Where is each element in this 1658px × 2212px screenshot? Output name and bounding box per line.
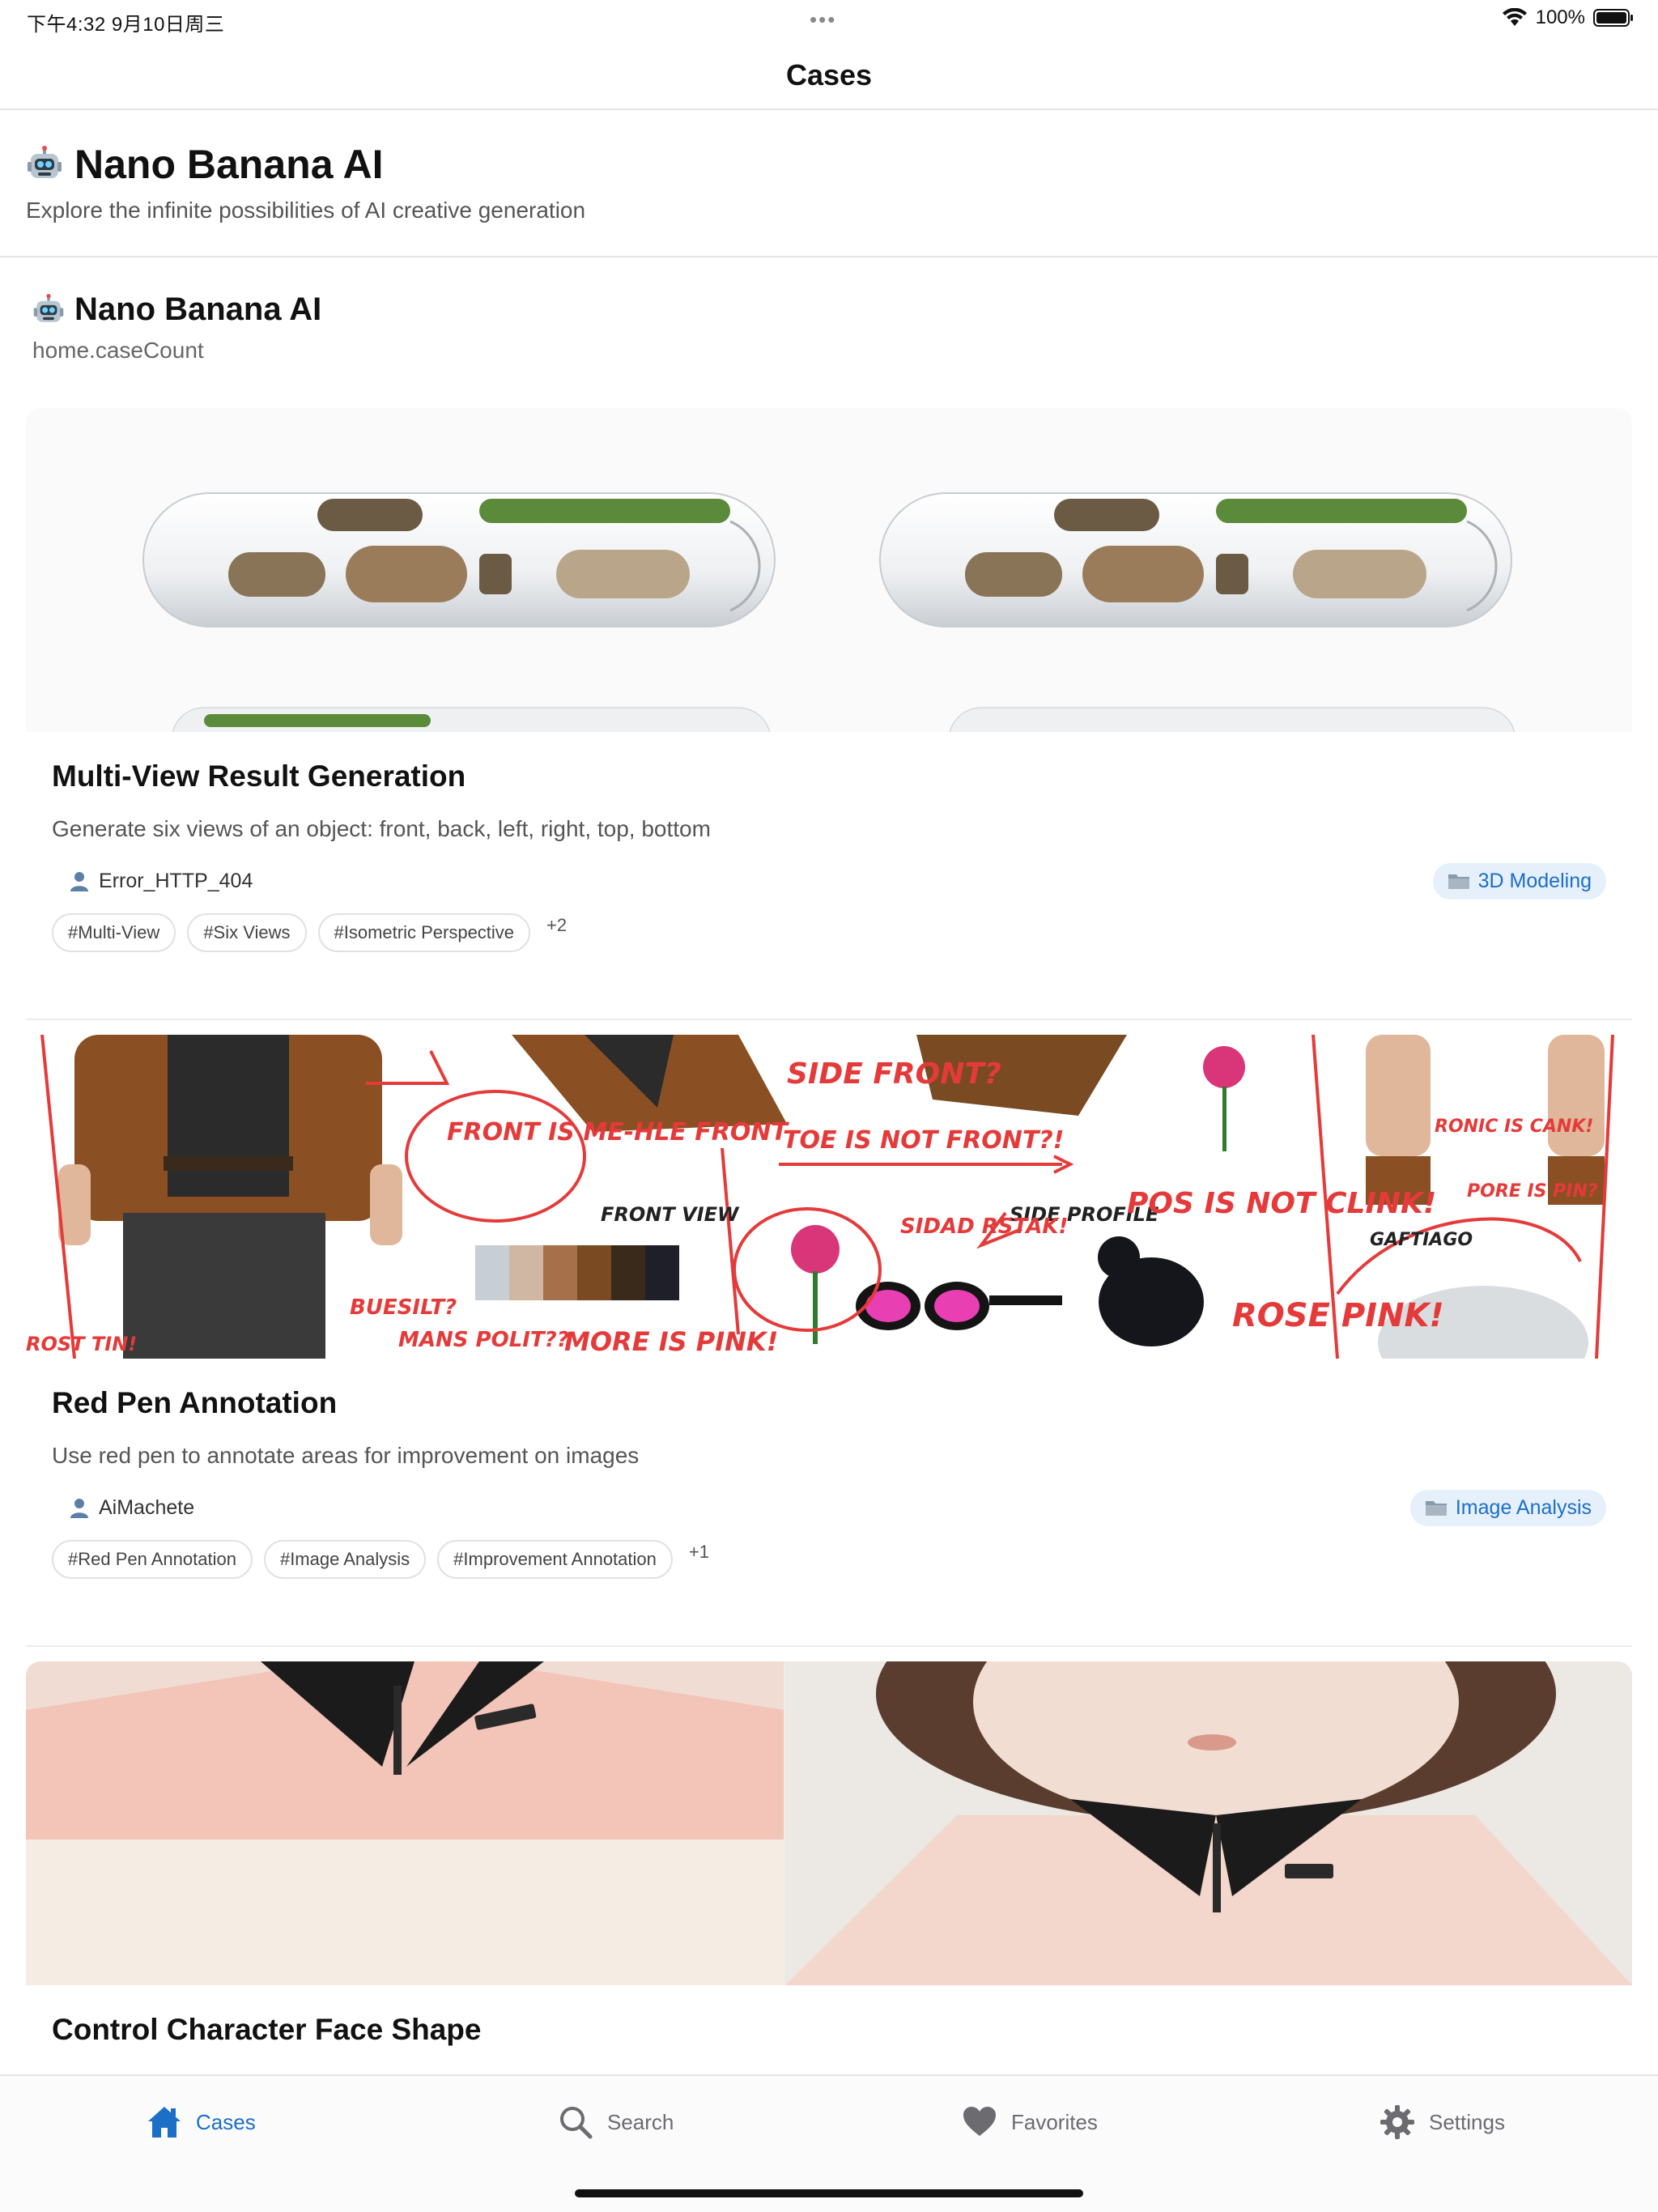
tab-label: Settings bbox=[1429, 2109, 1505, 2134]
author: AiMachete bbox=[52, 1496, 194, 1520]
case-image bbox=[26, 408, 1632, 732]
tag[interactable]: #Six Views bbox=[187, 913, 307, 952]
status-time: 下午4:32 9月10日周三 bbox=[27, 14, 225, 36]
case-title: Red Pen Annotation bbox=[52, 1386, 338, 1419]
house-icon bbox=[148, 2107, 181, 2138]
author: Error_HTTP_404 bbox=[52, 870, 253, 893]
tab-label: Cases bbox=[196, 2109, 256, 2134]
category-label: 3D Modeling bbox=[1477, 869, 1592, 892]
navigation-bar: Cases bbox=[0, 39, 1658, 110]
author-name: AiMachete bbox=[99, 1495, 195, 1519]
category-label: Image Analysis bbox=[1455, 1495, 1592, 1519]
wifi-icon bbox=[1502, 8, 1527, 26]
tag[interactable]: #Improvement Annotation bbox=[437, 1540, 673, 1579]
case-card[interactable]: Multi-View Result Generation Generate si… bbox=[26, 408, 1632, 952]
nav-title: Cases bbox=[785, 58, 873, 91]
case-card-body: Control Character Face Shape bbox=[26, 2013, 1632, 2047]
case-description: Use red pen to annotate areas for improv… bbox=[52, 1443, 640, 1468]
case-count: home.caseCount bbox=[32, 338, 204, 363]
tab-favorites[interactable]: Favorites bbox=[961, 2104, 1098, 2141]
hero-title-row: Nano Banana AI bbox=[26, 141, 384, 188]
section-title-row: Nano Banana AI bbox=[32, 291, 321, 328]
case-card-body: Red Pen Annotation Use red pen to annota… bbox=[26, 1386, 1632, 1579]
annotation-text: ROSE PINK! bbox=[1232, 1297, 1444, 1334]
tab-label: Favorites bbox=[1011, 2109, 1098, 2134]
case-title: Multi-View Result Generation bbox=[52, 759, 466, 793]
tag[interactable]: #Multi-View bbox=[52, 913, 176, 952]
gear-icon bbox=[1380, 2105, 1414, 2139]
person-icon bbox=[70, 1499, 88, 1518]
tab-cases[interactable]: Cases bbox=[146, 2104, 256, 2141]
case-description: Generate six views of an object: front, … bbox=[52, 816, 711, 841]
case-image bbox=[26, 1661, 1632, 1985]
annotation-text: RONIC IS CANK! bbox=[1435, 1117, 1593, 1137]
more-tags-count: +1 bbox=[688, 1542, 709, 1562]
case-card-body: Multi-View Result Generation Generate si… bbox=[26, 759, 1632, 952]
annotation-text: FRONT VIEW bbox=[601, 1203, 740, 1226]
case-image: FRONT IS ME-HLE FRONT FRONT VIEW SIDE FR… bbox=[26, 1035, 1632, 1359]
divider bbox=[26, 1019, 1632, 1020]
annotation-text: GAFTIAGO bbox=[1370, 1230, 1473, 1250]
robot-icon bbox=[28, 146, 62, 178]
tab-label: Search bbox=[607, 2109, 674, 2134]
divider bbox=[26, 1645, 1632, 1647]
annotation-text: FRONT IS ME-HLE FRONT bbox=[447, 1118, 789, 1146]
tag[interactable]: #Red Pen Annotation bbox=[52, 1540, 253, 1579]
section-header: Nano Banana AI home.caseCount bbox=[32, 291, 321, 364]
red-pen-annotation-illustration: FRONT IS ME-HLE FRONT FRONT VIEW SIDE FR… bbox=[26, 1035, 1614, 1359]
annotation-text: PORE IS PIN? bbox=[1467, 1181, 1598, 1202]
tag[interactable]: #Isometric Perspective bbox=[317, 913, 531, 952]
case-meta: Error_HTTP_404 3D Modeling bbox=[52, 862, 1606, 900]
search-icon bbox=[560, 2107, 593, 2139]
tag-list: #Multi-View #Six Views #Isometric Perspe… bbox=[52, 913, 1606, 952]
person-icon bbox=[70, 872, 88, 891]
annotation-text: SIDAD RSTAK! bbox=[900, 1214, 1068, 1239]
status-indicators: 100% bbox=[1502, 6, 1634, 29]
robot-icon bbox=[33, 293, 64, 322]
case-card[interactable]: Control Character Face Shape bbox=[26, 1661, 1632, 2047]
tab-settings[interactable]: Settings bbox=[1379, 2104, 1505, 2141]
annotation-text: POS IS NOT CLINK! bbox=[1127, 1187, 1436, 1220]
author-name: Error_HTTP_404 bbox=[99, 869, 253, 892]
battery-percent: 100% bbox=[1535, 6, 1585, 28]
annotation-text: MANS POLIT?? bbox=[398, 1328, 569, 1352]
folder-icon bbox=[1448, 874, 1469, 889]
annotation-text: ROST TIN! bbox=[26, 1333, 137, 1355]
annotation-text: TOE IS NOT FRONT?! bbox=[783, 1126, 1064, 1155]
status-bar: 下午4:32 9月10日周三 ••• 100% bbox=[0, 0, 1658, 39]
more-tags-count: +2 bbox=[546, 915, 568, 935]
annotation-text: MORE IS PINK! bbox=[564, 1326, 778, 1357]
character-face-illustration bbox=[26, 1661, 1632, 1985]
hero-header: Nano Banana AI Explore the infinite poss… bbox=[0, 112, 1658, 257]
capsule-house-illustration bbox=[142, 492, 1516, 732]
section-title: Nano Banana AI bbox=[74, 291, 322, 327]
multitasking-dots[interactable]: ••• bbox=[810, 9, 836, 30]
category-badge[interactable]: Image Analysis bbox=[1409, 1489, 1606, 1526]
tag-list: #Red Pen Annotation #Image Analysis #Imp… bbox=[52, 1540, 1606, 1579]
case-meta: AiMachete Image Analysis bbox=[52, 1489, 1606, 1526]
case-title: Control Character Face Shape bbox=[52, 2013, 482, 2046]
case-card[interactable]: FRONT IS ME-HLE FRONT FRONT VIEW SIDE FR… bbox=[26, 1035, 1632, 1579]
hero-title: Nano Banana AI bbox=[74, 142, 384, 187]
annotation-text: SIDE FRONT? bbox=[787, 1057, 1001, 1091]
folder-icon bbox=[1425, 1501, 1447, 1516]
hero-subtitle: Explore the infinite possibilities of AI… bbox=[26, 198, 586, 223]
tag[interactable]: #Image Analysis bbox=[263, 1540, 427, 1579]
home-indicator[interactable] bbox=[575, 2189, 1083, 2197]
annotation-text: BUESILT? bbox=[350, 1295, 457, 1320]
heart-icon bbox=[963, 2107, 996, 2136]
category-badge[interactable]: 3D Modeling bbox=[1432, 862, 1606, 900]
tab-search[interactable]: Search bbox=[557, 2104, 674, 2141]
battery-icon bbox=[1593, 9, 1633, 27]
